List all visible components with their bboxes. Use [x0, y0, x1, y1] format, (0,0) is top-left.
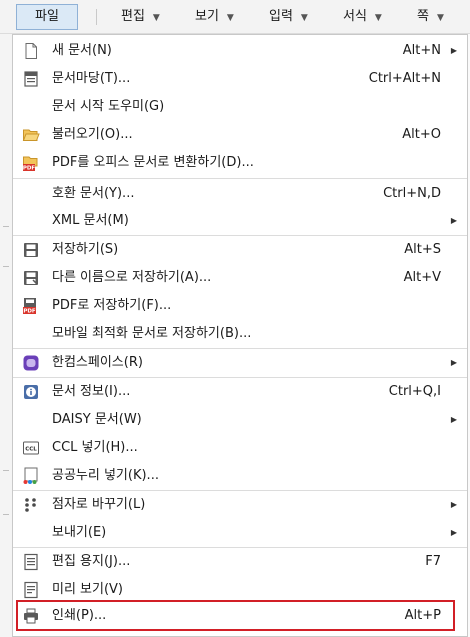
menu-item-label: PDF로 저장하기(F)... — [52, 298, 172, 313]
chevron-down-icon: ▼ — [374, 13, 382, 23]
save-as-icon — [24, 271, 38, 285]
menu-item-label: 공공누리 넣기(K)... — [52, 468, 159, 483]
menu-item-label: CCL 넣기(H)... — [52, 440, 138, 455]
menu-item-label: 저장하기(S) — [52, 242, 119, 257]
menu-item-shortcut: F7 — [425, 554, 441, 569]
hancom-space-icon — [23, 355, 39, 371]
menu-item-wizard[interactable]: 문서 시작 도우미(G) — [13, 93, 467, 121]
menu-separator — [13, 178, 467, 179]
menu-input[interactable]: 입력 ▼ — [269, 6, 308, 28]
menu-item-compat[interactable]: 호환 문서(Y)... Ctrl+N,D — [13, 180, 467, 208]
menu-item-shortcut: Alt+O — [402, 127, 441, 142]
menu-item-open[interactable]: 불러오기(O)... Alt+O — [13, 121, 467, 149]
menu-item-paper[interactable]: 편집 용지(J)... F7 — [13, 548, 467, 576]
background-mark — [3, 514, 9, 515]
submenu-arrow-icon: ▶ — [450, 358, 457, 367]
menu-edit-label: 편집 — [121, 9, 145, 24]
background-mark — [3, 226, 9, 227]
submenu-arrow-icon: ▶ — [450, 500, 457, 509]
folder-open-icon — [22, 129, 40, 141]
pdf-save-icon: PDF — [23, 298, 36, 315]
menu-item-label: 호환 문서(Y)... — [52, 186, 135, 201]
menu-edit[interactable]: 편집 ▼ — [121, 6, 160, 28]
menu-item-xml[interactable]: XML 문서(M) ▶ — [13, 207, 467, 235]
menubar: 파일 편집 ▼ 보기 ▼ 입력 ▼ 서식 ▼ 쪽 ▼ — [0, 0, 470, 34]
background-mark — [3, 266, 9, 267]
menu-page[interactable]: 쪽 ▼ — [417, 6, 444, 28]
menu-item-new[interactable]: 새 문서(N) Alt+N ▶ — [13, 37, 467, 65]
menu-item-label: 문서 정보(I)... — [52, 384, 131, 399]
menu-item-label: 한컴스페이스(R) — [52, 355, 143, 370]
menu-file[interactable]: 파일 — [16, 4, 78, 30]
menu-item-label: 보내기(E) — [52, 525, 107, 540]
file-dropdown-menu: 새 문서(N) Alt+N ▶ 문서마당(T)... Ctrl+Alt+N 문서… — [12, 34, 468, 637]
chevron-down-icon: ▼ — [226, 13, 234, 23]
menu-item-label: DAISY 문서(W) — [52, 412, 142, 427]
menu-item-shortcut: Alt+V — [403, 270, 441, 285]
menu-item-label: 문서마당(T)... — [52, 71, 131, 86]
menu-item-label: 모바일 최적화 문서로 저장하기(B)... — [52, 326, 252, 341]
menu-item-label: 문서 시작 도우미(G) — [52, 99, 165, 114]
submenu-arrow-icon: ▶ — [450, 216, 457, 225]
menu-item-shortcut: Ctrl+N,D — [383, 186, 441, 201]
menu-item-label: XML 문서(M) — [52, 213, 129, 228]
menu-item-label: 불러오기(O)... — [52, 127, 133, 142]
submenu-arrow-icon: ▶ — [450, 415, 457, 424]
menu-item-label: 새 문서(N) — [52, 43, 112, 58]
chevron-down-icon: ▼ — [300, 13, 308, 23]
menu-item-daisy[interactable]: DAISY 문서(W) ▶ — [13, 406, 467, 434]
menu-item-label: 다른 이름으로 저장하기(A)... — [52, 270, 212, 285]
new-document-icon — [25, 43, 37, 59]
menu-item-save-pdf[interactable]: PDF PDF로 저장하기(F)... — [13, 292, 467, 320]
menu-item-save[interactable]: 저장하기(S) Alt+S — [13, 236, 467, 264]
save-icon — [24, 243, 38, 257]
menu-item-template[interactable]: 문서마당(T)... Ctrl+Alt+N — [13, 65, 467, 93]
template-icon — [24, 71, 38, 87]
menu-item-ccl[interactable]: CCL CCL 넣기(H)... — [13, 434, 467, 462]
braille-icon — [25, 498, 36, 512]
svg-text:PDF: PDF — [23, 309, 36, 315]
menu-item-braille[interactable]: 점자로 바꾸기(L) ▶ — [13, 491, 467, 519]
background-mark — [3, 470, 9, 471]
chevron-down-icon: ▼ — [436, 13, 444, 23]
menu-item-doc-info[interactable]: 문서 정보(I)... Ctrl+Q,I — [13, 378, 467, 406]
menu-view[interactable]: 보기 ▼ — [195, 6, 234, 28]
menu-item-shortcut: Ctrl+Q,I — [388, 384, 441, 399]
menu-item-send[interactable]: 보내기(E) ▶ — [13, 519, 467, 547]
menu-input-label: 입력 — [269, 9, 293, 24]
page-setup-icon — [24, 553, 38, 571]
menu-item-shortcut: Alt+N — [402, 43, 441, 58]
menu-item-pdf-convert[interactable]: PDF PDF를 오피스 문서로 변환하기(D)... — [13, 149, 467, 177]
preview-icon — [24, 581, 38, 599]
menu-item-hancom-space[interactable]: 한컴스페이스(R) ▶ — [13, 349, 467, 377]
menubar-separator — [96, 9, 97, 25]
chevron-down-icon: ▼ — [152, 13, 160, 23]
menu-item-label: 점자로 바꾸기(L) — [52, 497, 146, 512]
menu-item-label: PDF를 오피스 문서로 변환하기(D)... — [52, 155, 254, 170]
public-license-icon — [23, 467, 38, 484]
print-highlight-box — [16, 600, 455, 631]
menu-format-label: 서식 — [343, 9, 367, 24]
svg-text:CCL: CCL — [25, 447, 37, 453]
menu-view-label: 보기 — [195, 9, 219, 24]
menu-item-shortcut: Ctrl+Alt+N — [368, 71, 441, 86]
submenu-arrow-icon: ▶ — [450, 528, 457, 537]
pdf-folder-icon: PDF — [23, 156, 38, 172]
menu-item-shortcut: Alt+S — [404, 242, 441, 257]
menu-page-label: 쪽 — [417, 9, 429, 24]
ccl-icon: CCL — [23, 441, 39, 455]
submenu-arrow-icon: ▶ — [450, 46, 457, 55]
background-document-edge — [0, 34, 12, 637]
menu-format[interactable]: 서식 ▼ — [343, 6, 382, 28]
menu-item-public[interactable]: 공공누리 넣기(K)... — [13, 462, 467, 490]
menu-item-save-mobile[interactable]: 모바일 최적화 문서로 저장하기(B)... — [13, 320, 467, 348]
menu-item-save-as[interactable]: 다른 이름으로 저장하기(A)... Alt+V — [13, 264, 467, 292]
menu-item-label: 편집 용지(J)... — [52, 554, 131, 569]
svg-text:PDF: PDF — [23, 166, 36, 172]
info-icon — [24, 385, 38, 399]
